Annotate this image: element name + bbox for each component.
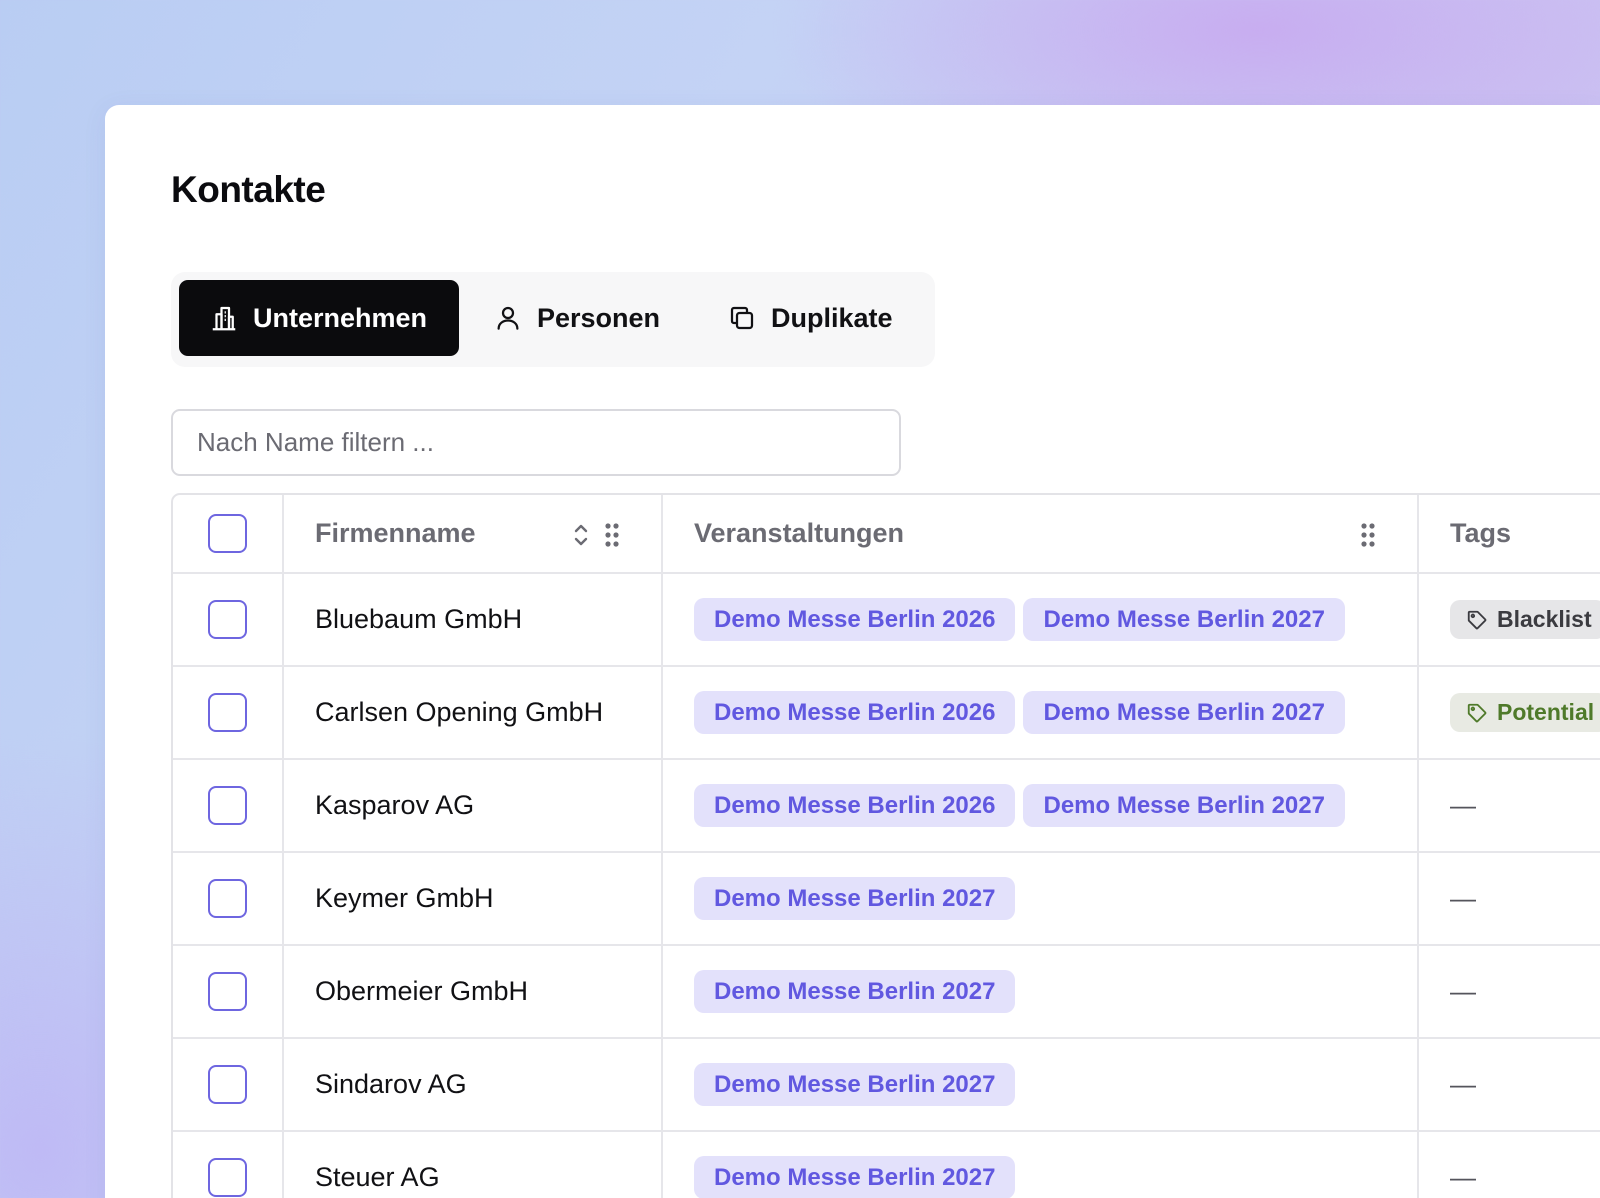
- duplicate-icon: [730, 306, 754, 330]
- event-badge[interactable]: Demo Messe Berlin 2027: [694, 1063, 1016, 1106]
- tags-cell: —: [1419, 1132, 1600, 1198]
- empty-tag-placeholder: —: [1450, 1069, 1476, 1099]
- table-row[interactable]: Obermeier GmbH Demo Messe Berlin 2027 —: [173, 946, 1600, 1039]
- name-filter-input[interactable]: [171, 409, 901, 476]
- table-header-row: Firmenname Veranstaltungen Tags: [173, 495, 1600, 574]
- events-cell: Demo Messe Berlin 2027: [663, 946, 1419, 1037]
- company-name-cell[interactable]: Sindarov AG: [284, 1039, 663, 1130]
- company-name-cell[interactable]: Carlsen Opening GmbH: [284, 667, 663, 758]
- sort-icon[interactable]: [571, 521, 591, 549]
- table-row[interactable]: Kasparov AG Demo Messe Berlin 2026 Demo Me…: [173, 760, 1600, 853]
- header-select-cell: [173, 495, 284, 572]
- company-name: Steuer AG: [315, 1162, 440, 1192]
- contacts-panel: Kontakte Unternehmen Personen Duplikate: [105, 105, 1600, 1198]
- header-events-cell[interactable]: Veranstaltungen: [663, 495, 1419, 572]
- tab-bar: Unternehmen Personen Duplikate: [171, 272, 935, 367]
- empty-tag-placeholder: —: [1450, 790, 1476, 820]
- row-select-cell: [173, 667, 284, 758]
- events-cell: Demo Messe Berlin 2026 Demo Messe Berlin …: [663, 574, 1419, 665]
- tag-icon: [1467, 610, 1487, 629]
- row-checkbox[interactable]: [208, 600, 247, 639]
- header-name-cell[interactable]: Firmenname: [284, 495, 663, 572]
- header-tags-cell[interactable]: Tags: [1419, 495, 1600, 572]
- row-checkbox[interactable]: [208, 693, 247, 732]
- event-badge[interactable]: Demo Messe Berlin 2026: [694, 598, 1016, 641]
- company-name-cell[interactable]: Kasparov AG: [284, 760, 663, 851]
- column-header-tags: Tags: [1450, 518, 1512, 548]
- row-checkbox[interactable]: [208, 786, 247, 825]
- tag-badge[interactable]: Blacklist: [1450, 600, 1600, 639]
- tag-badge[interactable]: Potential: [1450, 693, 1600, 732]
- tab-duplikate[interactable]: Duplikate: [727, 280, 893, 356]
- row-select-cell: [173, 853, 284, 944]
- company-name: Sindarov AG: [315, 1069, 467, 1099]
- page-title: Kontakte: [171, 169, 326, 210]
- table-row[interactable]: Steuer AG Demo Messe Berlin 2027 —: [173, 1132, 1600, 1198]
- event-badge[interactable]: Demo Messe Berlin 2027: [1023, 598, 1345, 641]
- event-badge[interactable]: Demo Messe Berlin 2027: [694, 1156, 1016, 1198]
- companies-table: Firmenname Veranstaltungen Tags Bluebaum…: [171, 493, 1600, 1198]
- tag-label: Blacklist: [1497, 606, 1592, 632]
- company-name: Keymer GmbH: [315, 883, 494, 913]
- event-badge[interactable]: Demo Messe Berlin 2027: [694, 877, 1016, 920]
- event-badge[interactable]: Demo Messe Berlin 2027: [694, 970, 1016, 1013]
- table-row[interactable]: Bluebaum GmbH Demo Messe Berlin 2026 Demo …: [173, 574, 1600, 667]
- row-checkbox[interactable]: [208, 879, 247, 918]
- event-badge[interactable]: Demo Messe Berlin 2027: [1023, 691, 1345, 734]
- select-all-checkbox[interactable]: [208, 514, 247, 553]
- company-name-cell[interactable]: Keymer GmbH: [284, 853, 663, 944]
- company-name: Carlsen Opening GmbH: [315, 697, 604, 727]
- empty-tag-placeholder: —: [1450, 883, 1476, 913]
- tab-personen[interactable]: Personen: [493, 280, 660, 356]
- column-header-veranstaltungen: Veranstaltungen: [694, 518, 905, 548]
- company-name: Bluebaum GmbH: [315, 604, 523, 634]
- empty-tag-placeholder: —: [1450, 1162, 1476, 1192]
- tags-cell: Potential: [1419, 667, 1600, 758]
- company-name: Obermeier GmbH: [315, 976, 529, 1006]
- building-icon: [212, 306, 236, 331]
- tab-label: Personen: [537, 302, 661, 333]
- column-header-firmenname: Firmenname: [315, 518, 476, 548]
- event-badge[interactable]: Demo Messe Berlin 2027: [1023, 784, 1345, 827]
- drag-handle-icon[interactable]: [1360, 522, 1376, 548]
- company-name-cell[interactable]: Bluebaum GmbH: [284, 574, 663, 665]
- events-cell: Demo Messe Berlin 2027: [663, 853, 1419, 944]
- row-select-cell: [173, 760, 284, 851]
- tag-label: Potential: [1497, 699, 1595, 725]
- table-row[interactable]: Sindarov AG Demo Messe Berlin 2027 —: [173, 1039, 1600, 1132]
- row-select-cell: [173, 574, 284, 665]
- company-name: Kasparov AG: [315, 790, 475, 820]
- events-cell: Demo Messe Berlin 2026 Demo Messe Berlin …: [663, 667, 1419, 758]
- table-row[interactable]: Carlsen Opening GmbH Demo Messe Berlin 20…: [173, 667, 1600, 760]
- tag-icon: [1467, 703, 1487, 722]
- table-row[interactable]: Keymer GmbH Demo Messe Berlin 2027 —: [173, 853, 1600, 946]
- events-cell: Demo Messe Berlin 2027: [663, 1132, 1419, 1198]
- event-badge[interactable]: Demo Messe Berlin 2026: [694, 691, 1016, 734]
- person-icon: [497, 306, 519, 330]
- tags-cell: —: [1419, 946, 1600, 1037]
- row-checkbox[interactable]: [208, 1065, 247, 1104]
- row-checkbox[interactable]: [208, 1158, 247, 1197]
- row-select-cell: [173, 1039, 284, 1130]
- events-cell: Demo Messe Berlin 2027: [663, 1039, 1419, 1130]
- row-checkbox[interactable]: [208, 972, 247, 1011]
- tags-cell: Blacklist: [1419, 574, 1600, 665]
- company-name-cell[interactable]: Obermeier GmbH: [284, 946, 663, 1037]
- event-badge[interactable]: Demo Messe Berlin 2026: [694, 784, 1016, 827]
- tab-label: Unternehmen: [253, 302, 428, 333]
- tags-cell: —: [1419, 760, 1600, 851]
- tab-unternehmen[interactable]: Unternehmen: [179, 280, 459, 356]
- tab-label: Duplikate: [771, 302, 893, 333]
- tags-cell: —: [1419, 853, 1600, 944]
- events-cell: Demo Messe Berlin 2026 Demo Messe Berlin …: [663, 760, 1419, 851]
- company-name-cell[interactable]: Steuer AG: [284, 1132, 663, 1198]
- empty-tag-placeholder: —: [1450, 976, 1476, 1006]
- row-select-cell: [173, 1132, 284, 1198]
- tags-cell: —: [1419, 1039, 1600, 1130]
- drag-handle-icon[interactable]: [604, 522, 620, 548]
- row-select-cell: [173, 946, 284, 1037]
